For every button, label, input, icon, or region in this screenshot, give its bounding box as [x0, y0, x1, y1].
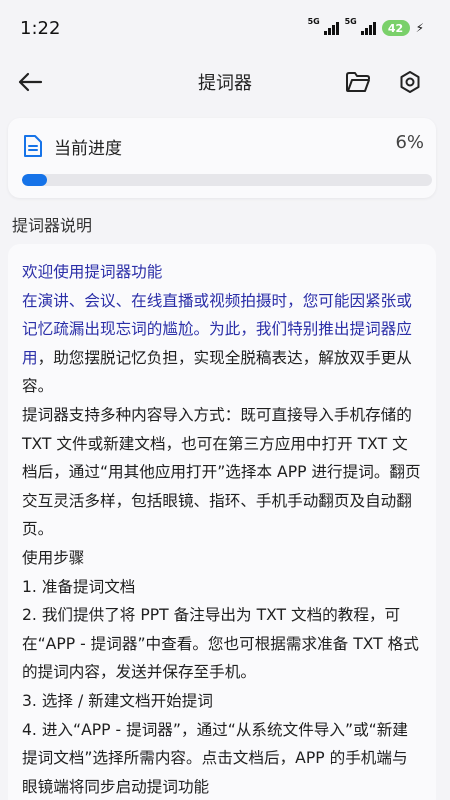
app-bar: 提词器 — [0, 56, 450, 108]
step-2: 2. 我们提供了将 PPT 备注导出为 TXT 文档的教程，可在“APP - 提… — [22, 606, 419, 682]
signal-icon-2: 5G — [345, 17, 376, 35]
intro-rest: ，助您摆脱记忆负担，实现全脱稿表达，解放双手更从容。 — [22, 348, 412, 396]
step-1: 1. 准备提词文档 — [22, 577, 136, 596]
settings-icon — [400, 71, 420, 93]
signal-label: 5G — [307, 17, 320, 26]
description-card: 欢迎使用提词器功能 在演讲、会议、在线直播或视频拍摄时，您可能因紧张或记忆疏漏出… — [8, 244, 436, 800]
status-bar: 1:22 5G 5G 42 ⚡ — [0, 0, 450, 56]
steps-title: 使用步骤 — [22, 548, 85, 567]
section-title: 提词器说明 — [12, 216, 93, 235]
battery-indicator: 42 — [381, 20, 410, 36]
intro-paragraph: 在演讲、会议、在线直播或视频拍摄时，您可能因紧张或记忆疏漏出现忘词的尴尬。为此，… — [22, 287, 422, 401]
open-folder-button[interactable] — [342, 66, 374, 98]
import-paragraph: 提词器支持多种内容导入方式：既可直接导入手机存储的 TXT 文件或新建文档，也可… — [22, 405, 421, 539]
progress-card: 当前进度 6% — [8, 118, 436, 198]
signal-label-2: 5G — [344, 17, 357, 26]
welcome-text: 欢迎使用提词器功能 — [22, 263, 163, 281]
progress-fill — [22, 174, 47, 186]
arrow-left-icon — [18, 72, 43, 92]
document-icon — [24, 135, 42, 157]
step-3: 3. 选择 / 新建文档开始提词 — [22, 691, 213, 710]
settings-button[interactable] — [394, 66, 426, 98]
page-title: 提词器 — [198, 73, 252, 94]
progress-bar — [22, 174, 432, 186]
progress-label: 当前进度 — [54, 139, 122, 159]
folder-icon — [346, 72, 370, 92]
step-4: 4. 进入“APP - 提词器”，通过“从系统文件导入”或“新建提词文档”选择所… — [22, 720, 408, 796]
back-button[interactable] — [14, 66, 46, 98]
charging-icon: ⚡ — [415, 21, 424, 35]
status-indicators: 5G 5G 42 ⚡ — [308, 17, 424, 36]
status-time: 1:22 — [20, 17, 61, 39]
signal-icon: 5G — [308, 17, 339, 35]
progress-percent: 6% — [395, 132, 424, 153]
